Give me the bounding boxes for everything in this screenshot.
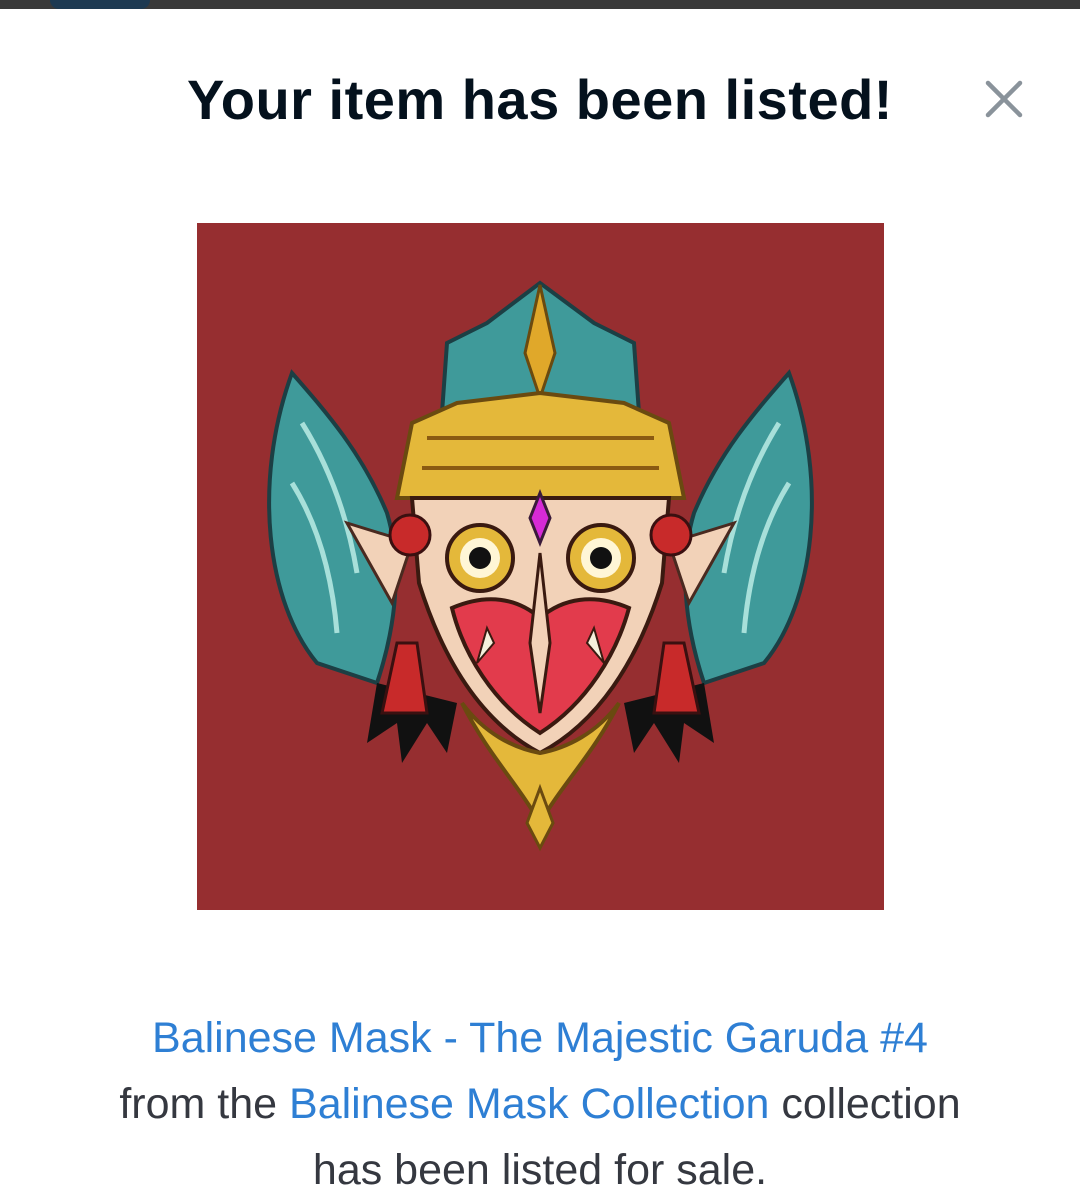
close-icon [985,80,1023,118]
top-status-strip [0,0,1080,9]
listing-success-modal: Your item has been listed! Balinese Mask… [0,9,1080,1200]
item-image [197,223,884,910]
item-name-link[interactable]: Balinese Mask - The Majestic Garuda #4 [152,1014,928,1062]
avatar [50,0,150,9]
listed-status-text: has been listed for sale. [312,1146,768,1194]
message-line-1: Balinese Mask - The Majestic Garuda #4 [0,1005,1080,1071]
close-button[interactable] [976,71,1032,127]
modal-title: Your item has been listed! [187,68,893,131]
collection-suffix-text: collection [781,1080,961,1128]
listing-success-page: Your item has been listed! Balinese Mask… [0,0,1080,1200]
message-line-3: has been listed for sale. [0,1137,1080,1200]
listing-message: Balinese Mask - The Majestic Garuda #4 f… [0,1005,1080,1200]
collection-link[interactable]: Balinese Mask Collection [289,1080,769,1128]
balinese-garuda-mask-artwork [197,223,884,910]
from-text: from the [119,1080,278,1128]
message-line-2: from the Balinese Mask Collection collec… [0,1071,1080,1137]
